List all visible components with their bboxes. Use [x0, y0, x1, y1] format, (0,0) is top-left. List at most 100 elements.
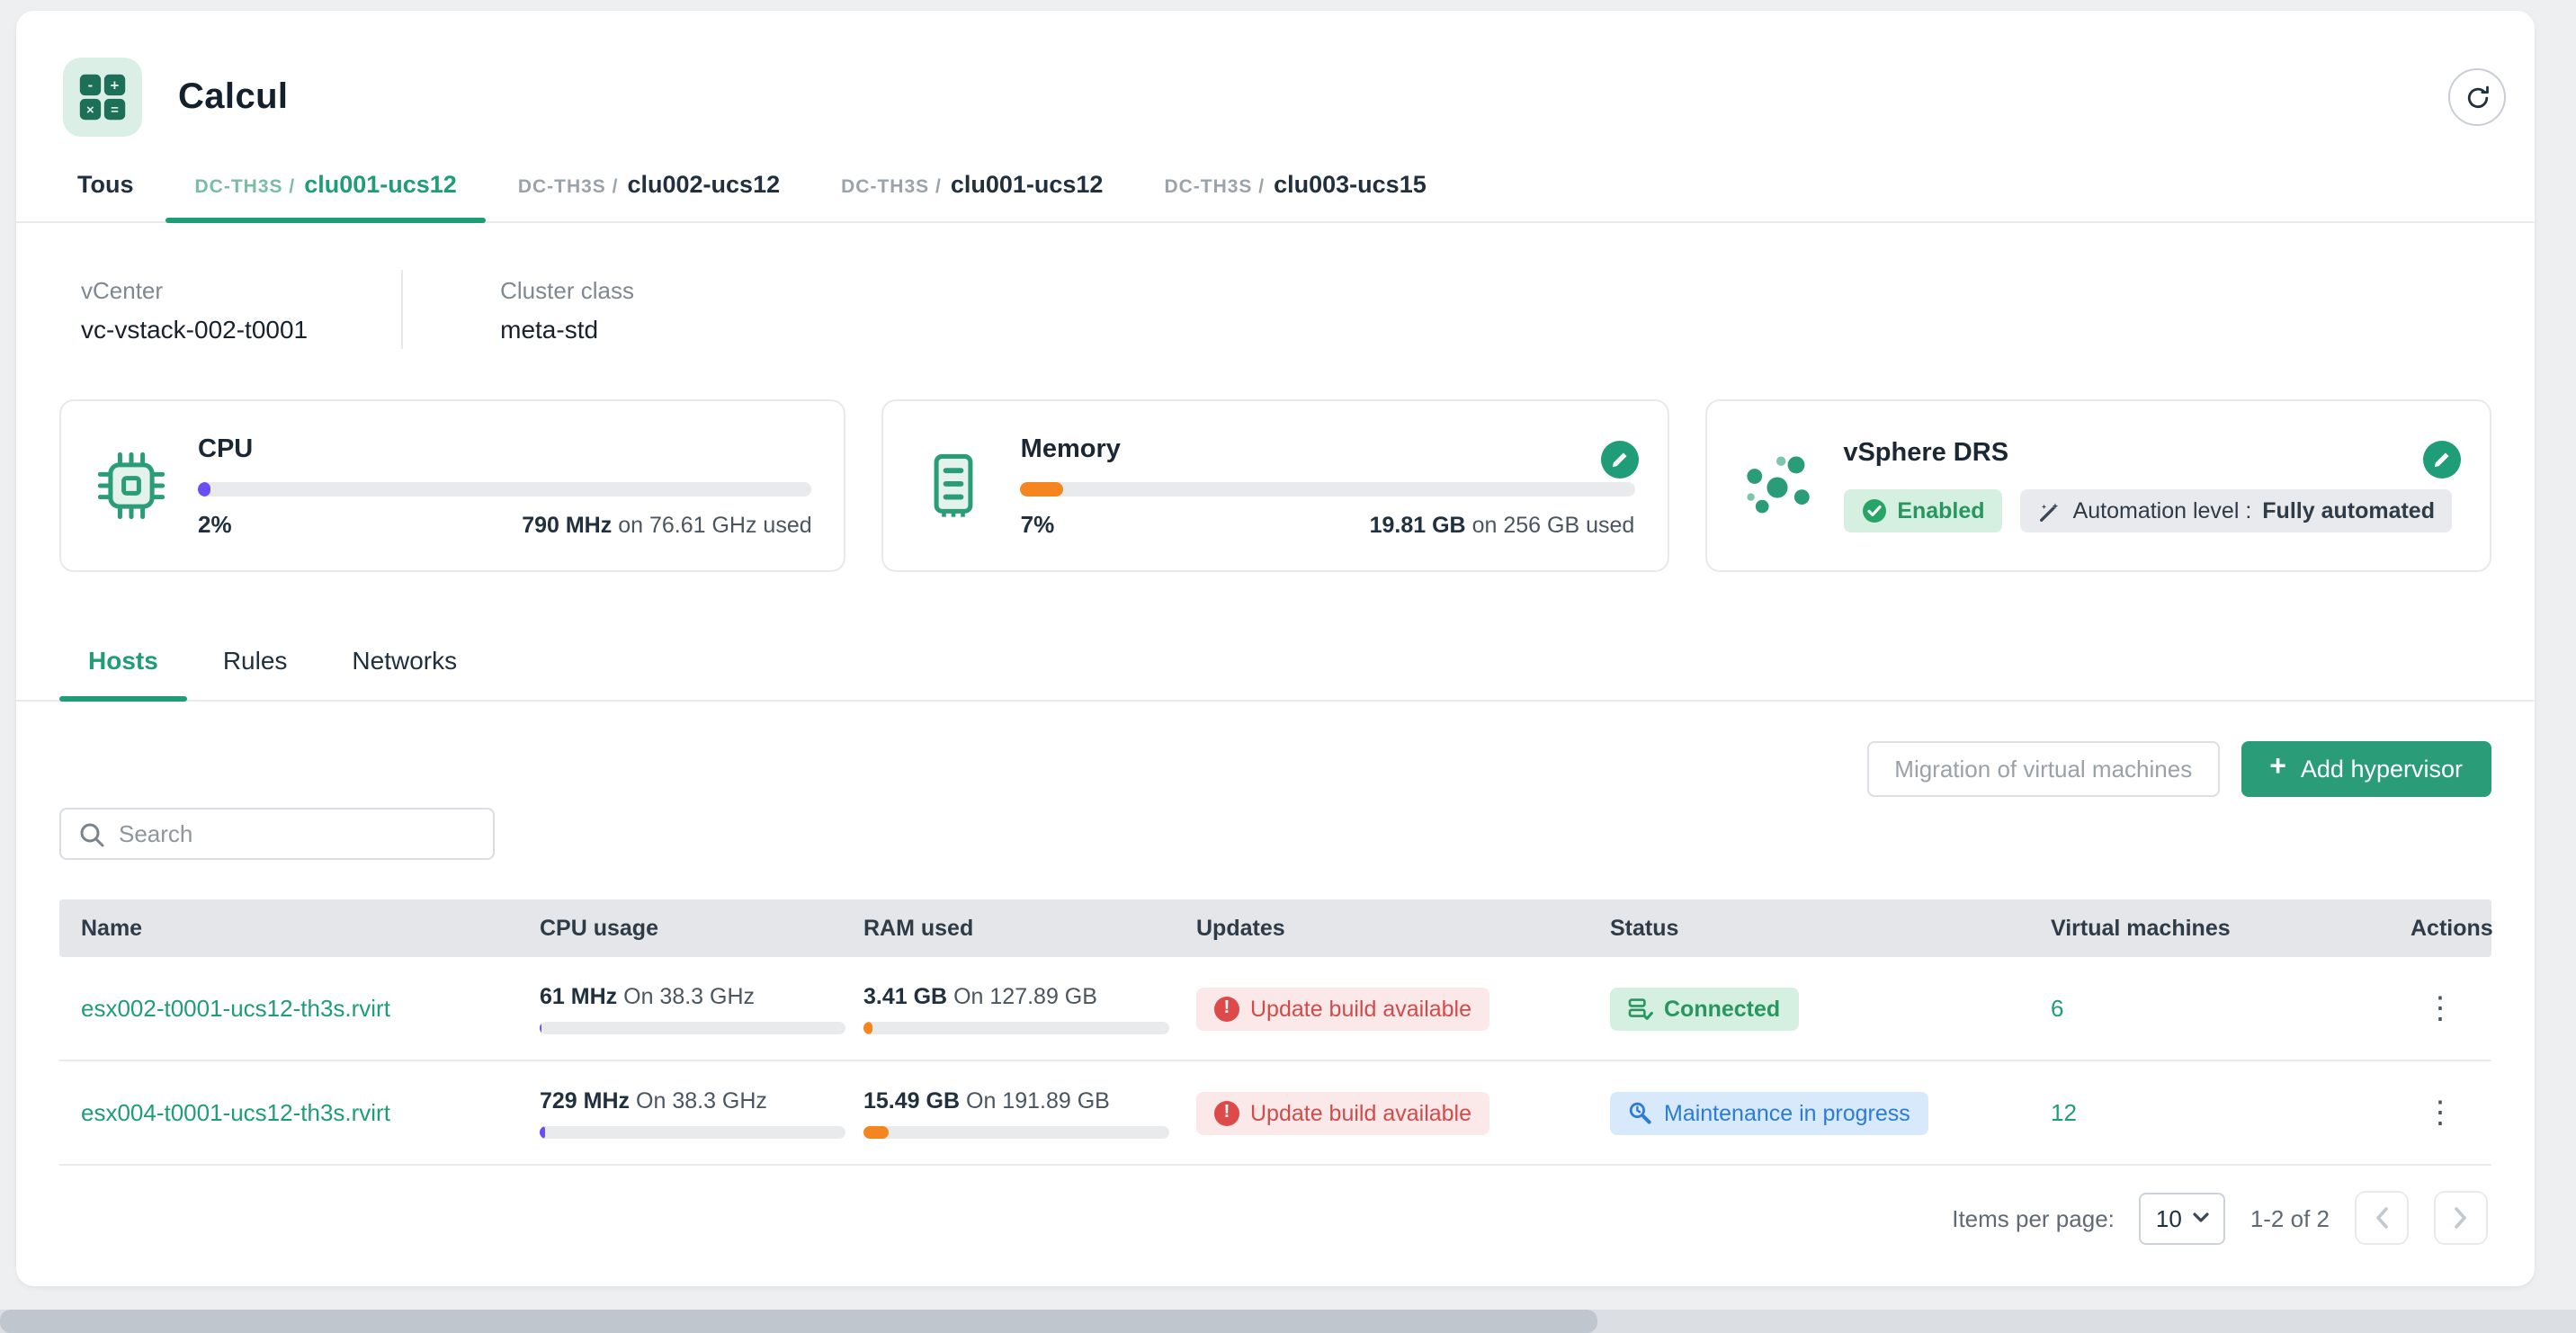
vm-count-cell: 6: [2029, 995, 2389, 1022]
tab-clu001-ucs12-2[interactable]: DC-TH3S / clu001-ucs12: [812, 171, 1131, 221]
cpu-suffix: On 38.3 GHz: [623, 983, 755, 1008]
tab-rules[interactable]: Rules: [194, 646, 317, 700]
tab-clu003-ucs15[interactable]: DC-TH3S / clu003-ucs15: [1135, 171, 1454, 221]
header-actions: Actions: [2389, 916, 2515, 941]
section-tabs: Hosts Rules Networks: [16, 622, 2535, 702]
page-title: Calcul: [178, 76, 288, 118]
tab-clu002-ucs12[interactable]: DC-TH3S / clu002-ucs12: [489, 171, 809, 221]
items-per-page-label: Items per page:: [1952, 1204, 2115, 1231]
header-cpu-usage: CPU usage: [518, 916, 842, 941]
header-updates: Updates: [1175, 916, 1588, 941]
drs-card-title: vSphere DRS: [1843, 439, 2457, 468]
ram-used-fill: [863, 1125, 888, 1138]
cpu-usage-fill: [540, 1021, 541, 1033]
tab-label: clu002-ucs12: [628, 171, 781, 198]
vertical-divider: [401, 270, 403, 349]
calculator-icon: - + × =: [63, 58, 142, 137]
memory-progress-track: [1021, 481, 1635, 496]
vcenter-value: vc-vstack-002-t0001: [81, 314, 308, 343]
svg-text:×: ×: [86, 103, 94, 118]
cpu-card-body: CPU 2% 790 MHz on 76.61 GHz used: [198, 434, 812, 537]
row-actions-button[interactable]: ⋮: [2411, 1090, 2470, 1135]
drs-cluster-icon: [1739, 448, 1814, 523]
status-maintenance-badge: Maintenance in progress: [1610, 1091, 1928, 1134]
add-hypervisor-label: Add hypervisor: [2301, 756, 2463, 783]
cpu-progress-track: [198, 481, 812, 496]
cpu-usage-text: 729 MHz On 38.3 GHz: [540, 1087, 820, 1113]
memory-edit-button[interactable]: [1600, 441, 1638, 479]
cpu-usage-bar: [540, 1021, 845, 1033]
cpu-usage-cell: 729 MHz On 38.3 GHz: [518, 1087, 842, 1138]
memory-card: Memory 7% 19.81 GB on 256 GB used: [882, 399, 1669, 572]
vm-count-link[interactable]: 12: [2051, 1099, 2077, 1126]
ram-used-text: 3.41 GB On 127.89 GB: [863, 983, 1153, 1008]
tab-tous[interactable]: Tous: [49, 171, 163, 221]
drs-enabled-label: Enabled: [1897, 498, 1984, 523]
updates-cell: ! Update build available: [1175, 987, 1588, 1030]
tab-clu001-ucs12-active[interactable]: DC-TH3S / clu001-ucs12: [166, 171, 486, 221]
svg-text:+: +: [111, 76, 120, 94]
tab-dc-prefix: DC-TH3S /: [518, 176, 619, 198]
ram-used-bar: [863, 1021, 1169, 1033]
status-connected-badge: Connected: [1610, 987, 1798, 1030]
tab-label: Tous: [77, 171, 134, 198]
items-per-page-select[interactable]: 10: [2140, 1192, 2225, 1244]
metric-cards: CPU 2% 790 MHz on 76.61 GHz used: [59, 399, 2491, 572]
tab-label: clu003-ucs15: [1274, 171, 1427, 198]
drs-enabled-badge: Enabled: [1843, 489, 2002, 532]
hosts-content: Migration of virtual machines + Add hype…: [16, 702, 2535, 1245]
tab-hosts[interactable]: Hosts: [59, 646, 187, 700]
table-row: esx002-t0001-ucs12-th3s.rvirt 61 MHz On …: [59, 957, 2491, 1061]
vm-count-cell: 12: [2029, 1099, 2389, 1126]
refresh-button[interactable]: [2448, 68, 2506, 126]
vm-count-link[interactable]: 6: [2051, 995, 2063, 1022]
cpu-icon: [94, 448, 169, 523]
actions-cell: ⋮: [2389, 986, 2491, 1031]
pagination-range: 1-2 of 2: [2250, 1204, 2330, 1231]
scrollbar-thumb[interactable]: [0, 1310, 1597, 1333]
tab-dc-prefix: DC-TH3S /: [1164, 176, 1265, 198]
host-name-cell: esx004-t0001-ucs12-th3s.rvirt: [59, 1099, 518, 1126]
horizontal-scrollbar[interactable]: [0, 1310, 2576, 1333]
header-ram-used: RAM used: [842, 916, 1175, 941]
svg-text:=: =: [111, 103, 119, 118]
host-name-link[interactable]: esx002-t0001-ucs12-th3s.rvirt: [81, 995, 390, 1022]
migration-button[interactable]: Migration of virtual machines: [1867, 741, 2219, 797]
main-panel: - + × = Calcul Tous DC-TH3S / clu: [16, 11, 2535, 1286]
add-hypervisor-button[interactable]: + Add hypervisor: [2241, 741, 2491, 797]
ram-value: 15.49 GB: [863, 1087, 960, 1113]
row-actions-button[interactable]: ⋮: [2411, 986, 2470, 1031]
tab-dc-prefix: DC-TH3S /: [841, 176, 942, 198]
update-available-badge: ! Update build available: [1196, 987, 1489, 1030]
cpu-card-title: CPU: [198, 434, 812, 463]
status-cell: Maintenance in progress: [1588, 1091, 2029, 1134]
table-row: esx004-t0001-ucs12-th3s.rvirt 729 MHz On…: [59, 1061, 2491, 1166]
drs-badges: Enabled Automation level : Fully automat…: [1843, 489, 2457, 532]
search-input[interactable]: [119, 820, 475, 847]
hosts-toolbar: Migration of virtual machines + Add hype…: [59, 741, 2491, 797]
prev-page-button[interactable]: [2355, 1191, 2409, 1245]
drs-automation-label: Automation level :: [2073, 498, 2252, 523]
drs-edit-button[interactable]: [2423, 441, 2461, 479]
chevron-down-icon: [2193, 1212, 2209, 1223]
cpu-used-suffix: on 76.61 GHz used: [618, 512, 811, 537]
refresh-icon: [2464, 84, 2491, 111]
calculator-icon-glyph: - + × =: [77, 72, 128, 122]
tab-networks[interactable]: Networks: [323, 646, 486, 700]
next-page-button[interactable]: [2434, 1191, 2488, 1245]
memory-card-stats: 7% 19.81 GB on 256 GB used: [1021, 510, 1635, 537]
cpu-usage-text: 790 MHz on 76.61 GHz used: [522, 512, 811, 537]
host-name-link[interactable]: esx004-t0001-ucs12-th3s.rvirt: [81, 1099, 390, 1126]
updates-cell: ! Update build available: [1175, 1091, 1588, 1134]
header-virtual-machines: Virtual machines: [2029, 916, 2389, 941]
ram-used-text: 15.49 GB On 191.89 GB: [863, 1087, 1153, 1113]
header-status: Status: [1588, 916, 2029, 941]
cpu-card-stats: 2% 790 MHz on 76.61 GHz used: [198, 510, 812, 537]
search-icon: [79, 821, 104, 846]
search-box: [59, 808, 495, 860]
cluster-class-info: Cluster class meta-std: [479, 276, 634, 343]
tab-label: clu001-ucs12: [951, 171, 1104, 198]
ram-suffix: On 127.89 GB: [953, 983, 1097, 1008]
ram-value: 3.41 GB: [863, 983, 947, 1008]
pencil-icon: [2432, 450, 2452, 470]
